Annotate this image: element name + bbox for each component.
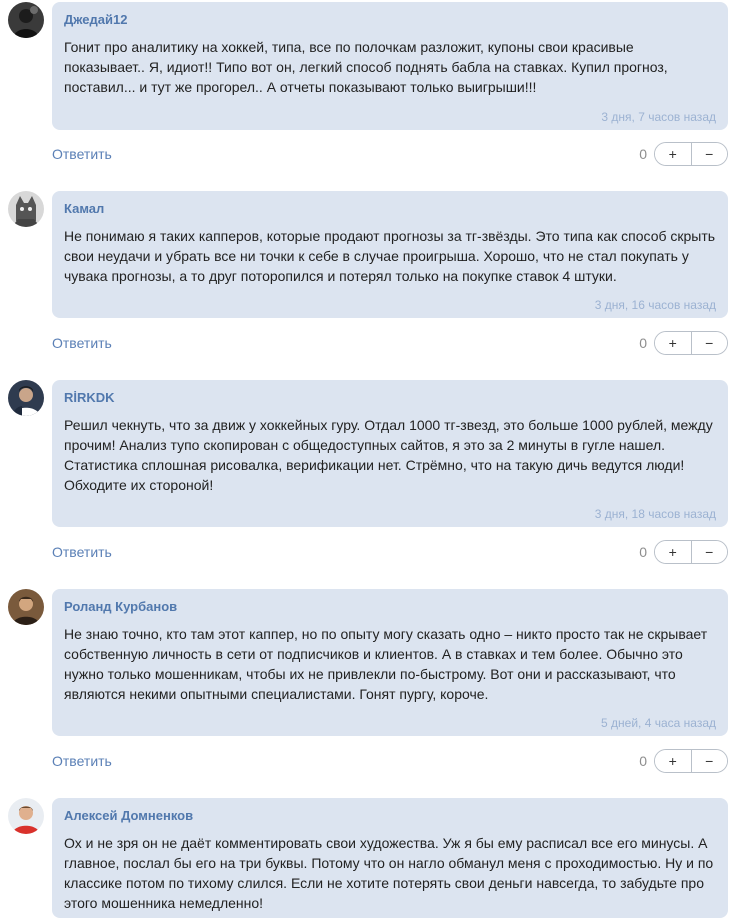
downvote-button[interactable]: − (690, 541, 727, 563)
avatar-person-brown-icon[interactable] (8, 589, 44, 625)
avatar-person-red-shirt-icon[interactable] (8, 798, 44, 834)
vote-controls: 0 + − (639, 331, 728, 355)
comment-bubble: Роланд Курбанов Не знаю точно, кто там э… (52, 589, 728, 736)
comment-time: 3 дня, 16 часов назад (594, 298, 716, 312)
comments-feed: Джедай12 Гонит про аналитику на хоккей, … (0, 0, 736, 918)
vote-buttons: + − (654, 749, 728, 773)
comment-bubble: RİRKDK Решил чекнуть, что за движ у хокк… (52, 380, 728, 527)
vote-controls: 0 + − (639, 540, 728, 564)
comment: Камал Не понимаю я таких капперов, котор… (0, 189, 736, 378)
downvote-button[interactable]: − (690, 750, 727, 772)
comment-author[interactable]: Роланд Курбанов (64, 599, 716, 615)
upvote-button[interactable]: + (655, 143, 691, 165)
comment-text: Решил чекнуть, что за движ у хоккейных г… (64, 417, 713, 493)
upvote-button[interactable]: + (655, 332, 691, 354)
downvote-button[interactable]: − (690, 143, 727, 165)
upvote-button[interactable]: + (655, 541, 691, 563)
comment-bubble: Алексей Домненков Ох и не зря он не даёт… (52, 798, 728, 918)
comment-bubble: Джедай12 Гонит про аналитику на хоккей, … (52, 2, 728, 130)
comment-actions: Ответить 0 + − (52, 749, 728, 773)
vote-buttons: + − (654, 331, 728, 355)
comment-author[interactable]: Алексей Домненков (64, 808, 716, 824)
reply-link[interactable]: Ответить (52, 753, 112, 769)
reply-link[interactable]: Ответить (52, 146, 112, 162)
comment-text: Не понимаю я таких капперов, которые про… (64, 228, 716, 284)
comment-actions: Ответить 0 + − (52, 331, 728, 355)
vote-controls: 0 + − (639, 142, 728, 166)
reply-link[interactable]: Ответить (52, 335, 112, 351)
comment-bubble: Камал Не понимаю я таких капперов, котор… (52, 191, 728, 318)
vote-count: 0 (639, 146, 647, 162)
avatar-person-icon[interactable] (8, 380, 44, 416)
downvote-button[interactable]: − (690, 332, 727, 354)
comment-text: Ох и не зря он не даёт комментировать св… (64, 835, 714, 911)
comment-text: Не знаю точно, кто там этот каппер, но п… (64, 626, 708, 702)
comment: RİRKDK Решил чекнуть, что за движ у хокк… (0, 378, 736, 587)
vote-buttons: + − (654, 142, 728, 166)
comment-time: 3 дня, 7 часов назад (601, 110, 716, 124)
vote-buttons: + − (654, 540, 728, 564)
comment-author[interactable]: Джедай12 (64, 12, 716, 28)
comment-author[interactable]: RİRKDK (64, 390, 716, 406)
avatar-dark-figure-icon[interactable] (8, 2, 44, 38)
comment-actions: Ответить 0 + − (52, 540, 728, 564)
comment-text: Гонит про аналитику на хоккей, типа, все… (64, 39, 668, 95)
vote-controls: 0 + − (639, 749, 728, 773)
vote-count: 0 (639, 753, 647, 769)
upvote-button[interactable]: + (655, 750, 691, 772)
comment-actions: Ответить 0 + − (52, 142, 728, 166)
comment-time: 3 дня, 18 часов назад (594, 507, 716, 521)
comment-time: 5 дней, 4 часа назад (601, 716, 716, 730)
comment: Алексей Домненков Ох и не зря он не даёт… (0, 796, 736, 918)
comment: Джедай12 Гонит про аналитику на хоккей, … (0, 0, 736, 189)
comment-author[interactable]: Камал (64, 201, 716, 217)
vote-count: 0 (639, 544, 647, 560)
avatar-cat-icon[interactable] (8, 191, 44, 227)
comment: Роланд Курбанов Не знаю точно, кто там э… (0, 587, 736, 796)
reply-link[interactable]: Ответить (52, 544, 112, 560)
vote-count: 0 (639, 335, 647, 351)
